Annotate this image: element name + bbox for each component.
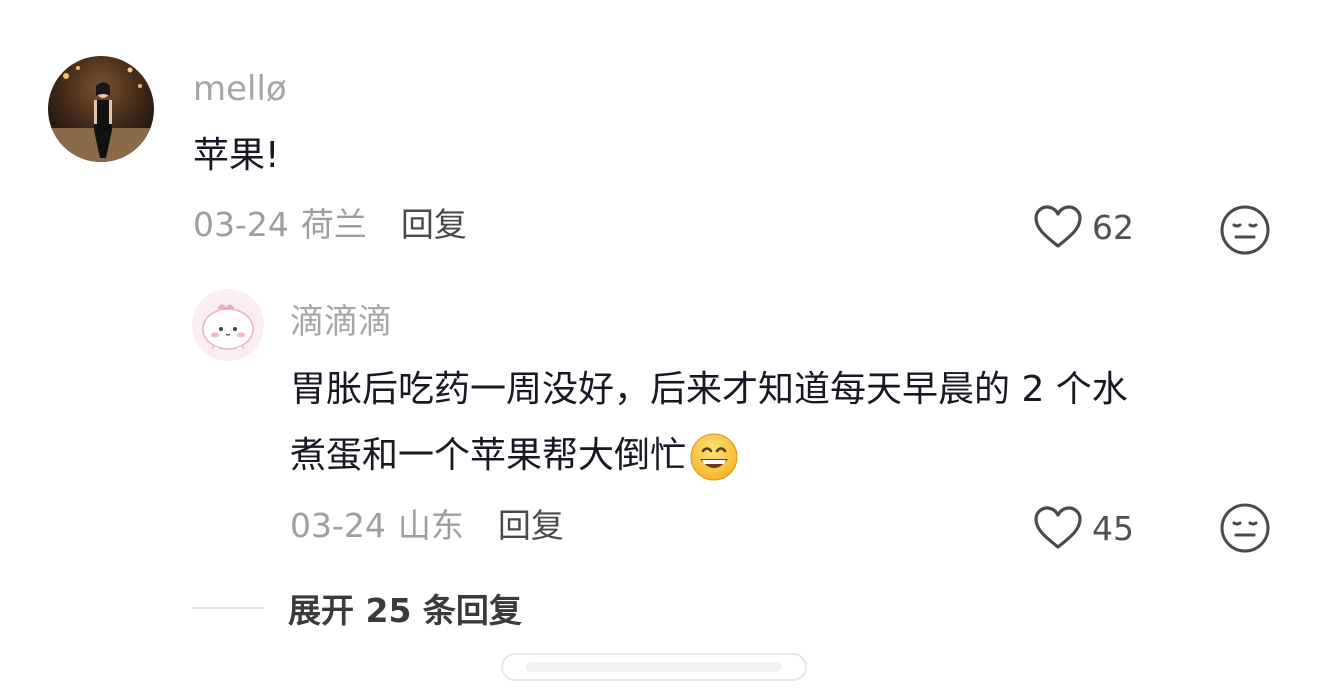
comment-location: 山东 [397, 506, 464, 545]
reply-button[interactable]: 回复 [401, 205, 467, 245]
meh-face-icon [1220, 205, 1270, 255]
expand-replies-button[interactable]: 展开 25 条回复 [192, 584, 522, 632]
comment-text-line-2-content: 煮蛋和一个苹果帮大倒忙 [290, 435, 687, 476]
reply-button[interactable]: 回复 [498, 506, 564, 546]
comment-location: 荷兰 [300, 205, 367, 244]
grinning-face-icon [690, 433, 738, 481]
comment-meta: 03-24 荷兰 回复 [193, 205, 467, 245]
expand-divider-line [192, 607, 264, 609]
comment-meta: 03-24 山东 回复 [290, 506, 564, 546]
like-count: 62 [1092, 207, 1134, 247]
comment-section: mellø 苹果! 03-24 荷兰 回复 62 滴滴滴 胃胀后吃药一周没好，后… [0, 0, 1320, 696]
like-button[interactable]: 62 [1032, 204, 1134, 250]
comment-text-line-1: 胃胀后吃药一周没好，后来才知道每天早晨的 2 个水 [290, 369, 1128, 410]
heart-icon [1034, 506, 1082, 549]
avatar[interactable] [48, 56, 154, 162]
comment-text: 苹果! [193, 135, 280, 176]
watermark-logo [501, 653, 807, 681]
username[interactable]: mellø [193, 69, 287, 109]
avatar[interactable] [192, 289, 264, 361]
expand-replies-label: 展开 25 条回复 [288, 591, 522, 630]
comment-date: 03-24 [193, 205, 289, 244]
comment-text-line-2: 煮蛋和一个苹果帮大倒忙 [290, 426, 740, 486]
dislike-button[interactable] [1219, 502, 1271, 558]
meh-face-icon [1220, 503, 1270, 553]
heart-icon [1034, 205, 1082, 248]
pink-cartoon-avatar-icon [192, 289, 264, 361]
like-button[interactable]: 45 [1032, 505, 1134, 551]
comment-date: 03-24 [290, 506, 386, 545]
photo-avatar-icon [48, 56, 154, 162]
dislike-button[interactable] [1219, 204, 1271, 260]
username[interactable]: 滴滴滴 [290, 302, 392, 342]
like-count: 45 [1092, 508, 1134, 548]
